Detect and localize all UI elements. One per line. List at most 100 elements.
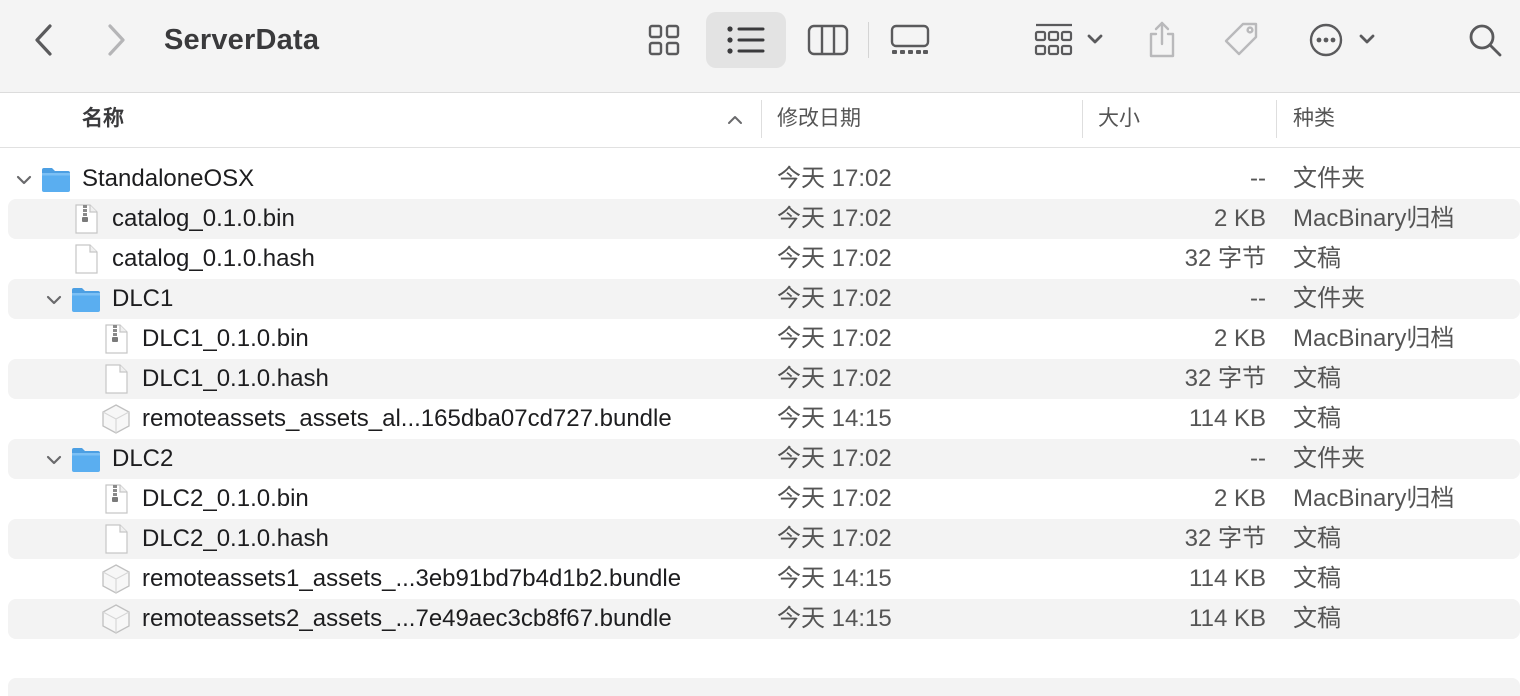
- file-row[interactable]: DLC1_0.1.0.bin 今天 17:02 2 KB MacBinary归档: [0, 319, 1520, 359]
- file-size: --: [1250, 285, 1266, 312]
- file-kind: MacBinary归档: [1293, 325, 1455, 352]
- archive-file-icon: [70, 203, 102, 235]
- file-size: 114 KB: [1189, 605, 1266, 632]
- column-view-icon[interactable]: [802, 16, 854, 64]
- file-kind: MacBinary归档: [1293, 485, 1455, 512]
- document-icon: [70, 243, 102, 275]
- file-kind: MacBinary归档: [1293, 205, 1455, 232]
- file-row[interactable]: catalog_0.1.0.bin 今天 17:02 2 KB MacBinary归档: [0, 199, 1520, 239]
- file-kind: 文件夹: [1293, 445, 1365, 472]
- file-row[interactable]: remoteassets2_assets_...7e49aec3cb8f67.b…: [0, 599, 1520, 639]
- file-name: DLC1_0.1.0.hash: [142, 365, 329, 392]
- modified-date: 今天 17:02: [777, 525, 892, 552]
- modified-date: 今天 17:02: [777, 365, 892, 392]
- file-row[interactable]: DLC2_0.1.0.hash 今天 17:02 32 字节 文稿: [0, 519, 1520, 559]
- more-icon[interactable]: [1302, 14, 1382, 66]
- modified-date: 今天 17:02: [777, 285, 892, 312]
- modified-date: 今天 17:02: [777, 205, 892, 232]
- disclosure-chevron-down-icon[interactable]: [44, 449, 64, 469]
- archive-file-icon: [100, 483, 132, 515]
- file-name: catalog_0.1.0.hash: [112, 245, 315, 272]
- folder-row[interactable]: StandaloneOSX 今天 17:02 -- 文件夹: [0, 159, 1520, 199]
- document-icon: [100, 523, 132, 555]
- group-icon[interactable]: [1026, 14, 1110, 66]
- list-view-icon[interactable]: [706, 12, 786, 68]
- file-kind: 文件夹: [1293, 165, 1365, 192]
- share-icon[interactable]: [1140, 14, 1184, 66]
- toolbar: ServerData: [0, 0, 1520, 93]
- modified-date: 今天 14:15: [777, 605, 892, 632]
- file-size: 114 KB: [1189, 565, 1266, 592]
- modified-date: 今天 17:02: [777, 325, 892, 352]
- file-size: --: [1250, 165, 1266, 192]
- file-size: 2 KB: [1213, 485, 1266, 512]
- column-divider[interactable]: [1082, 100, 1083, 138]
- bundle-icon: [100, 403, 132, 435]
- file-name: DLC1_0.1.0.bin: [142, 325, 309, 352]
- file-row[interactable]: DLC2_0.1.0.bin 今天 17:02 2 KB MacBinary归档: [0, 479, 1520, 519]
- grid-view-icon[interactable]: [640, 16, 688, 64]
- column-date-header[interactable]: 修改日期: [777, 94, 861, 148]
- file-name: remoteassets1_assets_...3eb91bd7b4d1b2.b…: [142, 565, 682, 592]
- search-icon[interactable]: [1462, 16, 1508, 64]
- file-list: StandaloneOSX 今天 17:02 -- 文件夹 catalog_0.1.0…: [0, 159, 1520, 639]
- toolbar-divider: [868, 22, 869, 58]
- file-size: 32 字节: [1184, 245, 1266, 272]
- gallery-view-icon[interactable]: [884, 16, 936, 64]
- file-name: DLC2: [112, 445, 174, 472]
- file-row[interactable]: catalog_0.1.0.hash 今天 17:02 32 字节 文稿: [0, 239, 1520, 279]
- file-kind: 文件夹: [1293, 285, 1365, 312]
- disclosure-chevron-down-icon[interactable]: [14, 169, 34, 189]
- folder-row[interactable]: DLC1 今天 17:02 -- 文件夹: [0, 279, 1520, 319]
- column-name-header[interactable]: 名称: [82, 94, 124, 148]
- document-icon: [100, 363, 132, 395]
- file-name: catalog_0.1.0.bin: [112, 205, 295, 232]
- file-name: DLC1: [112, 285, 174, 312]
- folder-icon: [40, 163, 72, 195]
- file-kind: 文稿: [1293, 405, 1341, 432]
- bundle-icon: [100, 563, 132, 595]
- file-kind: 文稿: [1293, 605, 1341, 632]
- tag-icon[interactable]: [1216, 14, 1266, 66]
- column-size-header[interactable]: 大小: [1098, 94, 1140, 148]
- modified-date: 今天 14:15: [777, 405, 892, 432]
- file-kind: 文稿: [1293, 245, 1341, 272]
- folder-icon: [70, 443, 102, 475]
- file-name: remoteassets2_assets_...7e49aec3cb8f67.b…: [142, 605, 672, 632]
- folder-row[interactable]: DLC2 今天 17:02 -- 文件夹: [0, 439, 1520, 479]
- file-name: StandaloneOSX: [82, 165, 255, 192]
- file-row[interactable]: remoteassets_assets_al...165dba07cd727.b…: [0, 399, 1520, 439]
- file-size: --: [1250, 445, 1266, 472]
- column-divider[interactable]: [761, 100, 762, 138]
- window-title: ServerData: [164, 24, 320, 56]
- archive-file-icon: [100, 323, 132, 355]
- column-divider[interactable]: [1276, 100, 1277, 138]
- column-kind-header[interactable]: 种类: [1293, 94, 1335, 148]
- modified-date: 今天 14:15: [777, 565, 892, 592]
- column-header: 名称 修改日期 大小 种类: [0, 94, 1520, 148]
- file-size: 32 字节: [1184, 365, 1266, 392]
- file-kind: 文稿: [1293, 565, 1341, 592]
- file-name: DLC2_0.1.0.bin: [142, 485, 309, 512]
- chevron-left-icon[interactable]: [26, 20, 62, 60]
- chevron-right-icon[interactable]: [98, 20, 134, 60]
- modified-date: 今天 17:02: [777, 245, 892, 272]
- modified-date: 今天 17:02: [777, 165, 892, 192]
- disclosure-chevron-down-icon[interactable]: [44, 289, 64, 309]
- file-size: 2 KB: [1213, 325, 1266, 352]
- file-size: 2 KB: [1213, 205, 1266, 232]
- file-kind: 文稿: [1293, 365, 1341, 392]
- bundle-icon: [100, 603, 132, 635]
- file-size: 32 字节: [1184, 525, 1266, 552]
- file-name: remoteassets_assets_al...165dba07cd727.b…: [142, 405, 672, 432]
- modified-date: 今天 17:02: [777, 485, 892, 512]
- empty-row: [8, 678, 1520, 696]
- file-row[interactable]: DLC1_0.1.0.hash 今天 17:02 32 字节 文稿: [0, 359, 1520, 399]
- modified-date: 今天 17:02: [777, 445, 892, 472]
- folder-icon: [70, 283, 102, 315]
- file-name: DLC2_0.1.0.hash: [142, 525, 329, 552]
- sort-ascending-icon[interactable]: [724, 108, 746, 130]
- file-kind: 文稿: [1293, 525, 1341, 552]
- file-size: 114 KB: [1189, 405, 1266, 432]
- file-row[interactable]: remoteassets1_assets_...3eb91bd7b4d1b2.b…: [0, 559, 1520, 599]
